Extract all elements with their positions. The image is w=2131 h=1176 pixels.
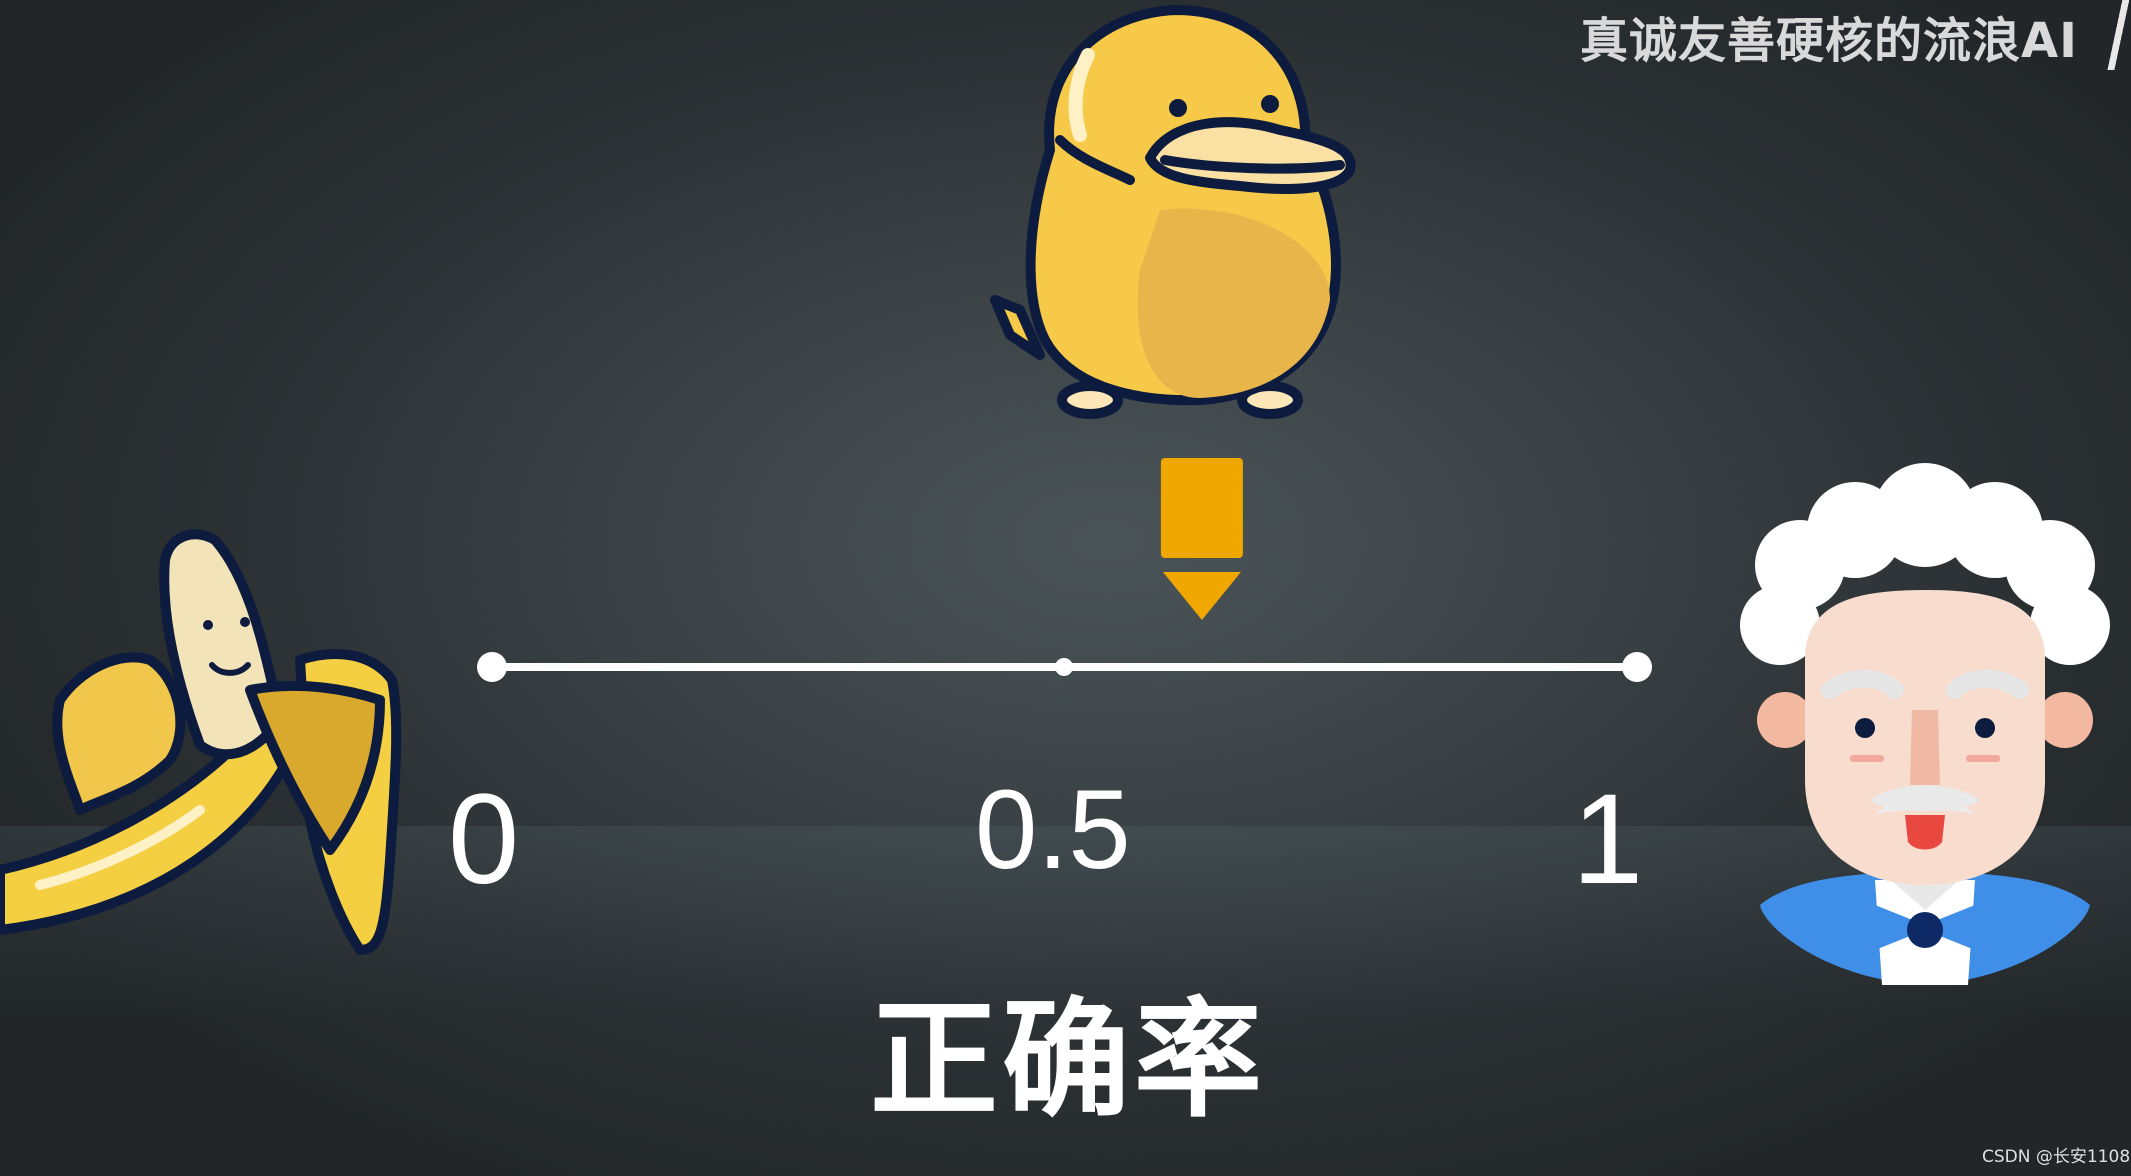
credit-text: CSDN @长安1108	[1982, 1147, 2131, 1167]
accuracy-title: 正确率	[870, 985, 1267, 1135]
scale-axis	[477, 652, 1652, 682]
arrow-down-icon	[1160, 458, 1243, 620]
tick-label-half: 0.5	[975, 767, 1131, 892]
scale-end-dot	[1622, 652, 1652, 682]
scale-start-dot	[477, 652, 507, 682]
scale-mid-dot	[1055, 658, 1073, 676]
einstein-icon	[1740, 463, 2110, 985]
banana-icon	[0, 529, 402, 955]
tick-label-1: 1	[1572, 768, 1644, 911]
platypus-icon	[990, 5, 1356, 419]
tick-label-0: 0	[448, 768, 520, 911]
